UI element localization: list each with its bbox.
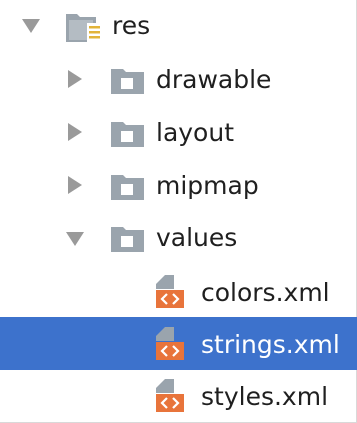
collapse-arrow-icon[interactable] xyxy=(22,19,40,33)
tree-node-label: mipmap xyxy=(156,171,259,200)
expand-arrow-icon[interactable] xyxy=(68,176,82,194)
tree-node-label: drawable xyxy=(156,65,272,94)
folder-icon xyxy=(111,227,144,252)
tree-file-label: colors.xml xyxy=(201,278,330,307)
collapse-arrow-icon[interactable] xyxy=(66,232,84,246)
folder-icon xyxy=(111,122,144,147)
tree-file-styles-xml[interactable]: styles.xml xyxy=(0,369,357,422)
tree-file-colors-xml[interactable]: colors.xml xyxy=(0,265,357,318)
folder-icon xyxy=(111,175,144,200)
tree-node-label: layout xyxy=(156,118,235,147)
tree-node-label: res xyxy=(112,11,151,40)
tree-node-layout[interactable]: layout xyxy=(0,106,357,159)
expand-arrow-icon[interactable] xyxy=(68,70,82,88)
tree-node-mipmap[interactable]: mipmap xyxy=(0,159,357,212)
xml-file-icon xyxy=(156,327,184,360)
xml-file-icon xyxy=(156,275,184,308)
expand-arrow-icon[interactable] xyxy=(68,123,82,141)
xml-file-icon xyxy=(156,379,184,412)
tree-file-label: strings.xml xyxy=(201,330,340,359)
project-tree: res drawable layout mipmap values colors… xyxy=(0,0,357,423)
tree-file-label: styles.xml xyxy=(201,382,329,411)
tree-file-strings-xml[interactable]: strings.xml xyxy=(0,317,357,370)
tree-node-drawable[interactable]: drawable xyxy=(0,53,357,106)
tree-node-res[interactable]: res xyxy=(0,0,357,53)
tree-node-label: values xyxy=(156,223,238,252)
folder-icon xyxy=(111,69,144,94)
tree-node-values[interactable]: values xyxy=(0,212,357,265)
resource-folder-icon xyxy=(66,14,102,42)
